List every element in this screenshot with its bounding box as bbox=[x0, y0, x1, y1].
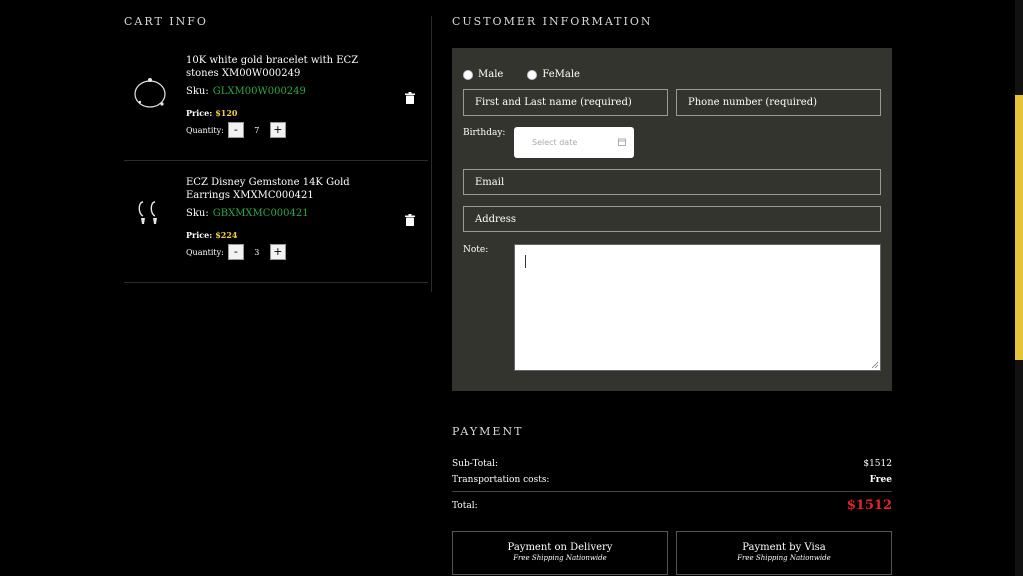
shipping-row: Transportation costs: Free bbox=[452, 475, 892, 485]
calendar-icon[interactable] bbox=[618, 138, 626, 146]
price-label: Price: bbox=[186, 230, 213, 240]
price-value: $224 bbox=[215, 230, 238, 240]
item-price: Price: $120 bbox=[186, 108, 237, 118]
earrings-image bbox=[138, 201, 157, 224]
column-divider bbox=[431, 16, 432, 292]
trash-icon[interactable] bbox=[405, 214, 415, 226]
gender-option-male[interactable]: Male bbox=[463, 69, 503, 80]
email-field[interactable]: Email bbox=[463, 169, 881, 195]
trash-icon[interactable] bbox=[405, 92, 415, 104]
decrease-quantity-button[interactable]: - bbox=[227, 122, 244, 138]
name-field[interactable]: First and Last name (required) bbox=[463, 89, 668, 116]
divider bbox=[452, 491, 892, 492]
address-field[interactable]: Address bbox=[463, 206, 881, 232]
price-label: Price: bbox=[186, 108, 213, 118]
payment-on-delivery-button[interactable]: Payment on Delivery Free Shipping Nation… bbox=[452, 531, 668, 575]
total-value: $1512 bbox=[846, 498, 892, 513]
item-name[interactable]: 10K white gold bracelet with ECZ stones … bbox=[186, 54, 386, 80]
increase-quantity-button[interactable]: + bbox=[269, 122, 286, 138]
payment-title: PAYMENT bbox=[452, 425, 524, 438]
quantity-value[interactable]: 7 bbox=[244, 126, 270, 135]
subtotal-label: Sub-Total: bbox=[452, 459, 499, 469]
payment-option-subtitle: Free Shipping Nationwide bbox=[513, 554, 607, 562]
payment-option-label: Payment by Visa bbox=[742, 542, 826, 553]
payment-option-label: Payment on Delivery bbox=[507, 542, 613, 553]
subtotal-row: Sub-Total: $1512 bbox=[452, 459, 892, 469]
bracelet-image bbox=[134, 78, 166, 108]
item-name[interactable]: ECZ Disney Gemstone 14K Gold Earrings XM… bbox=[186, 176, 386, 202]
shipping-label: Transportation costs: bbox=[452, 475, 550, 485]
sku-value: GBXMXMC000421 bbox=[212, 208, 309, 219]
payment-option-subtitle: Free Shipping Nationwide bbox=[737, 554, 831, 562]
birthday-date-picker[interactable]: Select date bbox=[514, 127, 634, 158]
radio-label: Male bbox=[478, 69, 504, 80]
radio-button[interactable] bbox=[527, 69, 538, 80]
birthday-label: Birthday: bbox=[463, 128, 506, 138]
item-sku: Sku: GLXM00W000249 bbox=[186, 86, 306, 97]
item-sku: Sku: GBXMXMC000421 bbox=[186, 208, 309, 219]
date-placeholder: Select date bbox=[532, 138, 578, 147]
total-row: Total: $1512 bbox=[452, 498, 892, 513]
price-value: $120 bbox=[215, 108, 238, 118]
shipping-value: Free bbox=[869, 475, 892, 485]
quantity-value[interactable]: 3 bbox=[244, 248, 270, 257]
payment-by-visa-button[interactable]: Payment by Visa Free Shipping Nationwide bbox=[676, 531, 892, 575]
total-label: Total: bbox=[452, 500, 478, 511]
cart-item: ECZ Disney Gemstone 14K Gold Earrings XM… bbox=[124, 160, 428, 283]
note-label: Note: bbox=[463, 245, 489, 255]
scrollbar-thumb[interactable] bbox=[1015, 95, 1023, 360]
radio-label: FeMale bbox=[542, 69, 580, 80]
checkout-page: CART INFO 10K white gold bracelet with E… bbox=[0, 0, 1023, 576]
quantity-stepper: Quantity: - 7 + bbox=[186, 122, 286, 138]
subtotal-value: $1512 bbox=[863, 459, 892, 469]
customer-form: Male FeMale First and Last name (require… bbox=[452, 48, 892, 391]
quantity-stepper: Quantity: - 3 + bbox=[186, 244, 286, 260]
sku-label: Sku: bbox=[186, 86, 209, 97]
resize-grip-icon[interactable] bbox=[871, 361, 879, 369]
text-cursor bbox=[525, 255, 526, 268]
increase-quantity-button[interactable]: + bbox=[269, 244, 286, 260]
phone-field[interactable]: Phone number (required) bbox=[676, 89, 881, 116]
decrease-quantity-button[interactable]: - bbox=[227, 244, 244, 260]
gender-radio-group: Male FeMale bbox=[463, 69, 580, 80]
note-textarea[interactable] bbox=[514, 244, 881, 371]
item-price: Price: $224 bbox=[186, 230, 237, 240]
customer-info-title: CUSTOMER INFORMATION bbox=[452, 15, 653, 28]
scrollbar[interactable] bbox=[1015, 0, 1023, 576]
gender-option-female[interactable]: FeMale bbox=[527, 69, 580, 80]
sku-label: Sku: bbox=[186, 208, 209, 219]
quantity-label: Quantity: bbox=[186, 247, 224, 257]
radio-button[interactable] bbox=[463, 69, 473, 80]
cart-item: 10K white gold bracelet with ECZ stones … bbox=[124, 38, 428, 161]
quantity-label: Quantity: bbox=[186, 125, 224, 135]
cart-info-title: CART INFO bbox=[124, 15, 208, 28]
sku-value: GLXM00W000249 bbox=[212, 86, 306, 97]
